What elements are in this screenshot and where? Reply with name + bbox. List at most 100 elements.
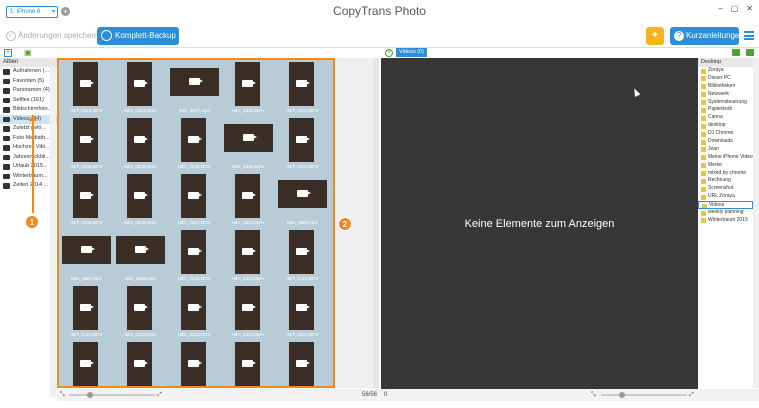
folder-tree-item[interactable]: URL Zoraya <box>698 193 753 201</box>
folder-icon[interactable]: ▣ <box>24 49 32 57</box>
album-item[interactable]: Jahresrückbli... <box>0 153 57 163</box>
video-thumbnail[interactable]: IMG_0314.MOV <box>114 60 167 115</box>
folder-tree-item[interactable]: Papierkorb <box>698 106 753 114</box>
album-item[interactable]: Foto Mediath... <box>0 134 57 144</box>
folder-tree-item[interactable]: desktop <box>698 122 753 130</box>
pc-zoom-slider-track[interactable] <box>601 394 687 396</box>
full-backup-button[interactable]: Komplett-Backup <box>97 27 179 45</box>
video-thumbnail[interactable]: IMG_0113.MOV <box>168 284 221 339</box>
new-folder-icon[interactable] <box>732 49 740 56</box>
video-thumbnail[interactable]: IMG_0885.mp4 <box>276 172 329 227</box>
folder-tree-item[interactable]: Zoraya <box>698 67 753 75</box>
video-thumbnail[interactable]: IMG_0301.MOV <box>276 60 329 115</box>
pc-content-area[interactable]: Keine Elemente zum Anzeigen <box>381 58 698 389</box>
video-camera-icon <box>188 78 200 85</box>
album-item[interactable]: Urlaub 2015... <box>0 162 57 172</box>
folder-tree-item[interactable]: Merke <box>698 162 753 170</box>
folder-tree-item[interactable]: Bibliotheken <box>698 83 753 91</box>
folder-icon <box>701 76 706 82</box>
pc-zoom-slider-knob[interactable] <box>619 392 625 398</box>
album-item[interactable]: Hochzeit Vikt... <box>0 143 57 153</box>
video-thumbnail[interactable] <box>276 340 329 386</box>
video-thumbnail[interactable]: IMG_0114.MOV <box>222 284 275 339</box>
thumbnail-filename: IMG_0110.MOV <box>70 332 103 337</box>
maximize-button[interactable]: ▢ <box>731 4 739 13</box>
zoom-in-icon[interactable]: ⤢ <box>157 389 162 401</box>
video-thumbnail[interactable] <box>114 340 167 386</box>
folder-tree-item[interactable]: Screenshot <box>698 185 753 193</box>
quick-guide-button[interactable]: ? Kurzanleitungen <box>670 27 744 45</box>
close-button[interactable]: ✕ <box>746 4 753 13</box>
video-thumbnail[interactable]: IMG_0342.MOV <box>276 116 329 171</box>
video-thumbnail[interactable]: IMG_0308.MOV <box>60 172 113 227</box>
video-thumbnail[interactable]: IMG_0110.MOV <box>60 284 113 339</box>
album-item[interactable]: Selfies (161) <box>0 96 57 106</box>
folder-icon[interactable] <box>746 49 754 56</box>
folder-tree-item[interactable]: Dieser PC <box>698 75 753 83</box>
folder-tree-item[interactable]: Downloads <box>698 138 753 146</box>
lightbulb-icon[interactable]: ✦ <box>646 27 664 45</box>
zoom-out-icon[interactable]: ⤡ <box>591 389 596 401</box>
folder-icon <box>701 139 706 145</box>
video-thumbnail[interactable]: IMG_0120.MOV <box>168 228 221 283</box>
video-thumbnail[interactable]: IMG_0318.MOV <box>60 60 113 115</box>
video-thumbnail[interactable]: IMG_5422.MOV <box>222 60 275 115</box>
video-thumbnail[interactable]: IMG_0313.MOV <box>222 172 275 227</box>
video-camera-icon <box>242 134 254 141</box>
pc-folder-tab[interactable]: Videos (0) <box>396 48 427 57</box>
folder-icon <box>702 203 707 209</box>
album-item[interactable]: Zuletzt gelö... <box>0 124 57 134</box>
zoom-slider-knob[interactable] <box>87 392 93 398</box>
thumbnail-filename: IMG_5867.mp4 <box>70 276 103 281</box>
video-thumbnail[interactable]: IMG_0115.MOV <box>276 228 329 283</box>
video-thumbnail[interactable]: IMG_0309.MOV <box>114 172 167 227</box>
album-item-label: Wintertraum... <box>13 172 48 179</box>
folder-tree-item[interactable]: DJ Chrome <box>698 130 753 138</box>
album-item[interactable]: Aufnahmen (... <box>0 67 57 77</box>
save-changes-button[interactable]: ✓ Änderungen speichern <box>6 29 99 43</box>
video-thumbnail[interactable]: IMG_0327.mp4 <box>168 60 221 115</box>
video-thumbnail[interactable]: IMG_0101.MOV <box>276 284 329 339</box>
album-item[interactable]: Favoriten (5) <box>0 77 57 87</box>
folder-tree-item[interactable]: Meine iPhone Videos <box>698 154 753 162</box>
photo-grid-panel: IMG_0318.MOV IMG_0314.MOV IMG_0327.mp4 IMG_… <box>57 58 335 388</box>
folder-tree-item[interactable]: mixed by chrome <box>698 170 753 178</box>
video-thumbnail[interactable]: IMG_0338.MOV <box>60 116 113 171</box>
menu-icon[interactable] <box>744 31 754 40</box>
folder-icon <box>701 115 706 121</box>
thumbnail-image <box>127 342 152 386</box>
folder-icon <box>701 210 706 216</box>
albums-scrollbar[interactable] <box>50 67 56 397</box>
video-thumbnail[interactable]: IMG_5442.MOV <box>222 116 275 171</box>
folder-tree-item[interactable]: weekly planning <box>698 209 753 217</box>
zoom-out-icon[interactable]: ⤡ <box>60 389 65 401</box>
video-thumbnail[interactable]: IMG_0340.MOV <box>168 116 221 171</box>
video-thumbnail[interactable]: IMG_5866.mp4 <box>114 228 167 283</box>
zoom-slider-track[interactable] <box>69 394 155 396</box>
minimize-button[interactable]: – <box>718 4 722 13</box>
zoom-in-icon[interactable]: ⤢ <box>689 389 694 401</box>
grid-scrollbar[interactable] <box>373 58 379 388</box>
video-thumbnail[interactable] <box>168 340 221 386</box>
folder-tree-item[interactable]: Systemsteuerung <box>698 99 753 107</box>
folder-tree-item[interactable]: Canna <box>698 114 753 122</box>
folder-tree-item[interactable]: Wintertraum 2015 <box>698 217 753 225</box>
folder-tree-item[interactable]: Videos <box>698 201 753 210</box>
video-thumbnail[interactable]: IMG_5867.mp4 <box>60 228 113 283</box>
video-thumbnail[interactable]: IMG_0297.MOV <box>168 172 221 227</box>
album-item[interactable]: Panoramen (4) <box>0 86 57 96</box>
folder-tree-item[interactable]: Jean <box>698 146 753 154</box>
folder-tree-item[interactable]: Rechnung <box>698 177 753 185</box>
video-thumbnail[interactable] <box>222 340 275 386</box>
video-thumbnail[interactable]: IMG_0339.MOV <box>114 116 167 171</box>
video-thumbnail[interactable] <box>60 340 113 386</box>
folder-tree-scrollbar[interactable] <box>753 58 759 388</box>
album-item[interactable]: Zeiten 2014 ... <box>0 181 57 191</box>
add-album-icon[interactable]: + <box>4 49 12 57</box>
thumbnail-filename: IMG_0112.MOV <box>124 332 157 337</box>
folder-tree-item[interactable]: Netzwerk <box>698 91 753 99</box>
album-item[interactable]: Wintertraum... <box>0 172 57 182</box>
add-folder-icon[interactable]: + <box>385 49 393 57</box>
video-thumbnail[interactable]: IMG_0114.MOV <box>222 228 275 283</box>
video-thumbnail[interactable]: IMG_0112.MOV <box>114 284 167 339</box>
